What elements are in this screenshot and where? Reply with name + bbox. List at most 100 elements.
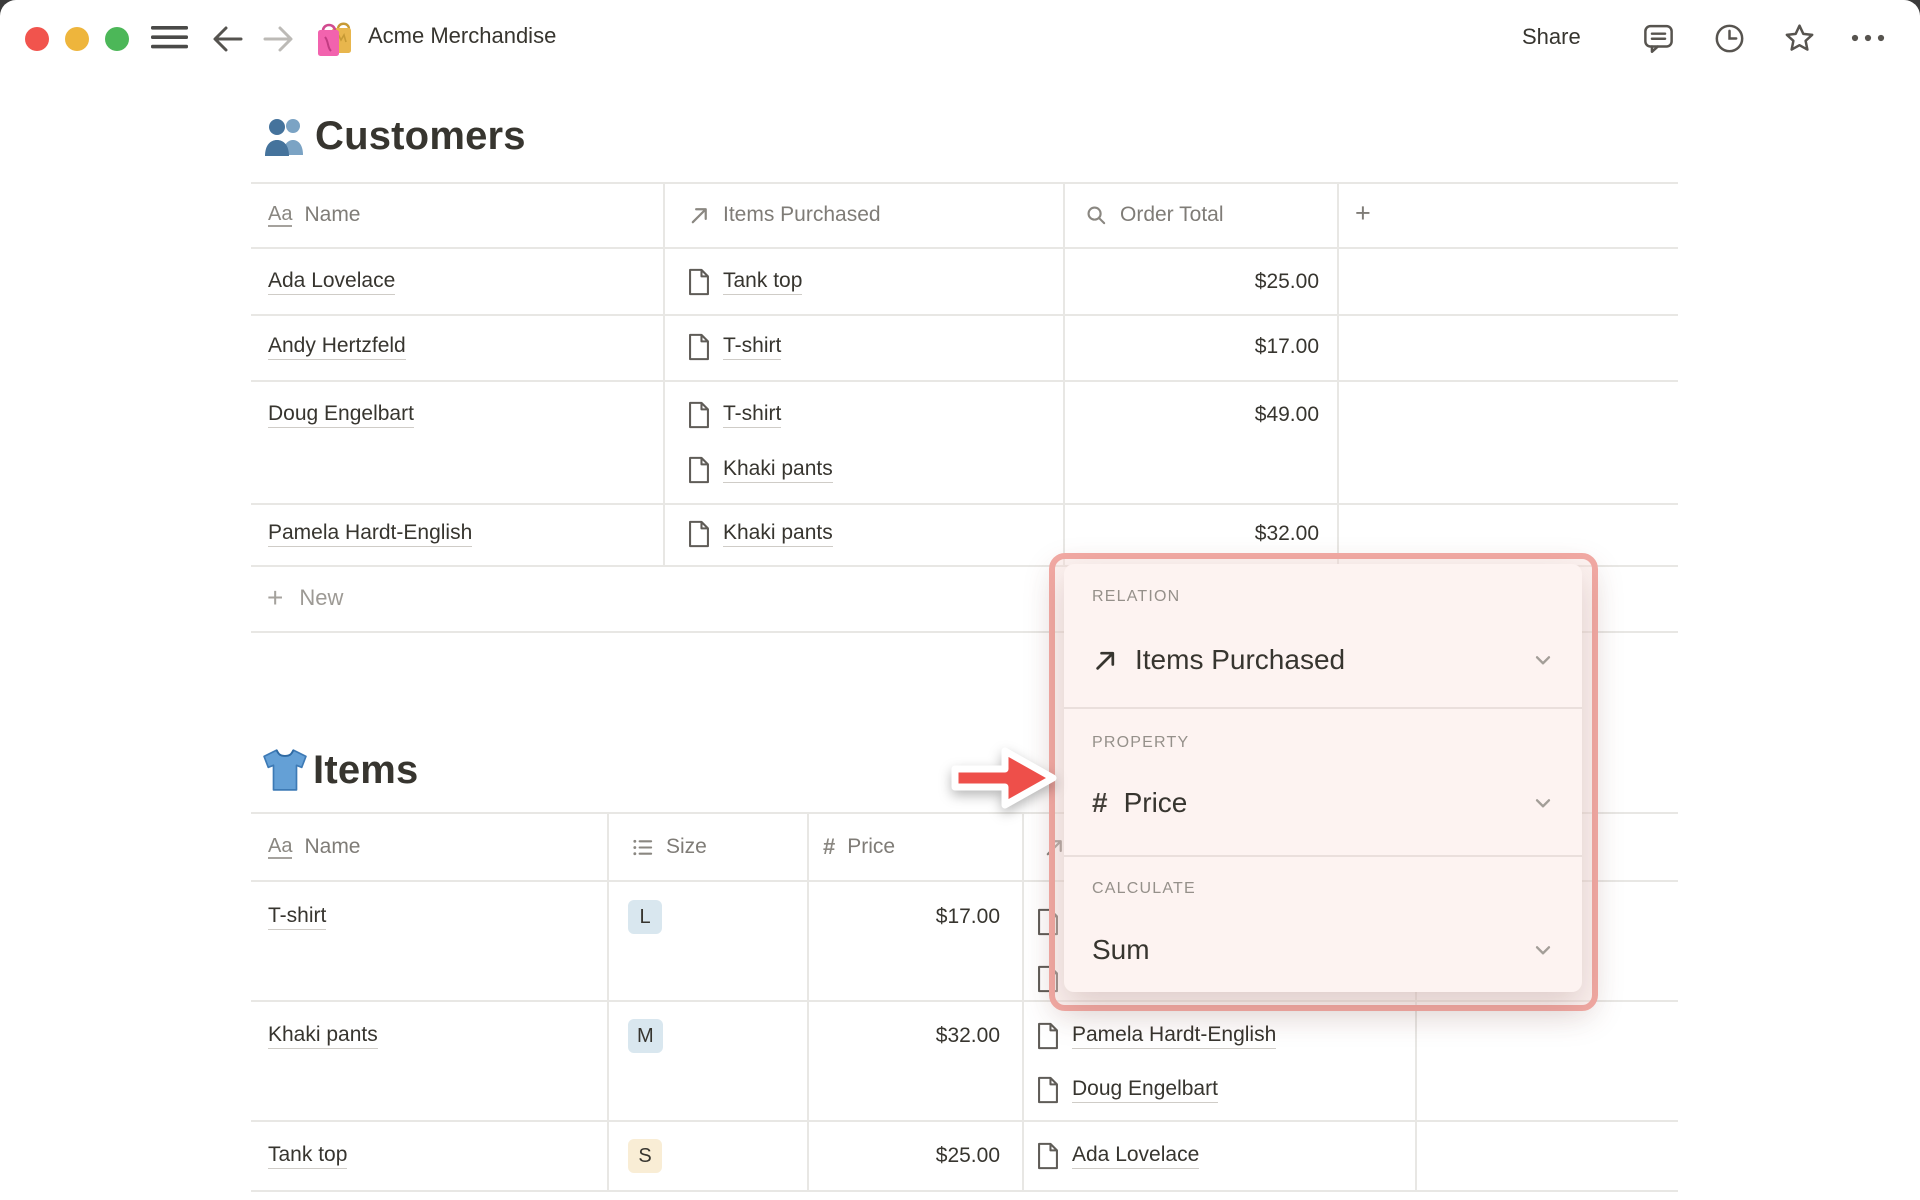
relation-chip[interactable]: Khaki pants [688,514,833,554]
relation-section-label: RELATION [1092,588,1181,605]
updates-button[interactable] [1712,21,1747,56]
page-icon [688,456,710,484]
column-header-label: Price [847,835,896,858]
column-header-label: Name [304,203,361,226]
relation-chip[interactable]: Pamela Hardt-English [1037,1016,1277,1056]
page-link[interactable]: Ada Lovelace [268,269,396,295]
size-tag[interactable]: M [628,1019,663,1053]
customers-heading-text: Customers [315,113,526,158]
order-total-cell[interactable]: $32.00 [1063,514,1319,554]
table-row-name-cell[interactable]: Andy Hertzfeld [268,327,406,367]
relation-arrow-icon [1092,647,1119,674]
column-header-size[interactable]: Size [631,827,707,867]
relation-chip[interactable]: Tank top [688,262,803,302]
column-header-price[interactable]: # Price [823,827,895,867]
plus-icon: + [1355,197,1371,228]
favorite-star-icon [1782,21,1817,56]
table-row-name-cell[interactable]: Pamela Hardt-English [268,514,473,554]
zoom-window-button[interactable] [105,27,129,51]
relation-chip[interactable]: Ada Lovelace [1037,1136,1200,1176]
page-link[interactable]: T-shirt [268,904,327,930]
page-link[interactable]: Tank top [268,1143,348,1169]
calculate-value: Sum [1092,934,1150,965]
table-row-name-cell[interactable]: Tank top [268,1136,348,1176]
page-link[interactable]: Doug Engelbart [268,402,414,428]
page-link[interactable]: Khaki pants [723,521,833,547]
page-link[interactable]: Khaki pants [268,1023,378,1049]
column-header-name[interactable]: Aa Name [268,827,361,867]
table-row-name-cell[interactable]: T-shirt [268,897,327,937]
table-border [251,247,1678,249]
table-border [1337,182,1339,565]
hamburger-icon [151,26,188,49]
hash-icon: # [1092,787,1108,818]
page-icon [1037,1022,1059,1050]
forward-button[interactable] [261,22,295,56]
relation-select[interactable]: Items Purchased [1092,638,1556,682]
annotation-arrow-icon [948,742,1060,814]
table-border [251,503,1678,505]
page-icon [1037,1076,1059,1104]
page-link[interactable]: T-shirt [723,334,782,360]
table-row-name-cell[interactable]: Ada Lovelace [268,262,396,302]
new-row-button[interactable]: + New [267,578,343,618]
relation-chip[interactable]: Doug Engelbart [1037,1070,1218,1110]
property-value: Price [1123,787,1188,818]
people-icon [262,114,310,158]
price-cell[interactable]: $25.00 [807,1136,1000,1176]
relation-chip[interactable]: Khaki pants [688,450,833,490]
property-select[interactable]: # Price [1092,781,1556,825]
share-button[interactable]: Share [1522,24,1581,50]
order-total-cell[interactable]: $25.00 [1063,262,1319,302]
table-border [251,182,1678,184]
table-border [251,1120,1678,1122]
page-link[interactable]: Doug Engelbart [1072,1077,1218,1103]
table-border [807,812,809,1190]
page-link[interactable]: Ada Lovelace [1072,1143,1200,1169]
table-border [251,314,1678,316]
relation-chip[interactable]: T-shirt [688,395,782,435]
table-border [1022,812,1024,1190]
page-link[interactable]: Tank top [723,269,803,295]
more-button[interactable] [1850,30,1886,46]
back-button[interactable] [211,22,245,56]
column-header-name[interactable]: Aa Name [268,195,361,235]
size-tag[interactable]: S [628,1139,662,1173]
table-row-name-cell[interactable]: Doug Engelbart [268,395,414,435]
more-ellipsis-icon [1850,30,1886,46]
plus-icon: + [267,582,284,613]
calculate-section-label: CALCULATE [1092,880,1196,897]
table-border [607,812,609,1190]
sidebar-menu-button[interactable] [151,26,188,49]
page-icon [688,520,710,548]
add-column-button[interactable]: + [1355,193,1371,233]
relation-chip[interactable]: T-shirt [688,327,782,367]
relation-arrow-icon [688,204,711,227]
order-total-cell[interactable]: $49.00 [1063,395,1319,435]
page-link[interactable]: Khaki pants [723,457,833,483]
column-header-order-total[interactable]: Order Total [1085,195,1224,235]
order-total-cell[interactable]: $17.00 [1063,327,1319,367]
column-header-items-purchased[interactable]: Items Purchased [688,195,881,235]
close-window-button[interactable] [25,27,49,51]
price-cell[interactable]: $32.00 [807,1016,1000,1056]
calculate-select[interactable]: Sum [1092,928,1556,972]
favorite-button[interactable] [1782,21,1817,56]
popup-divider [1064,707,1582,709]
column-header-label: Order Total [1120,203,1224,226]
popup-divider [1064,855,1582,857]
table-row-name-cell[interactable]: Khaki pants [268,1016,378,1056]
minimize-window-button[interactable] [65,27,89,51]
chevron-down-icon [1530,937,1556,963]
customers-heading: Customers [262,110,526,162]
chevron-down-icon [1530,647,1556,673]
app-window: Acme Merchandise Share Customers Aa Name… [0,0,1920,1200]
page-link[interactable]: Pamela Hardt-English [1072,1023,1277,1049]
price-cell[interactable]: $17.00 [807,897,1000,937]
page-link[interactable]: Pamela Hardt-English [268,521,473,547]
comments-button[interactable] [1641,21,1676,56]
size-tag[interactable]: L [628,900,662,934]
page-link[interactable]: T-shirt [723,402,782,428]
page-link[interactable]: Andy Hertzfeld [268,334,406,360]
page-title[interactable]: Acme Merchandise [368,23,556,49]
